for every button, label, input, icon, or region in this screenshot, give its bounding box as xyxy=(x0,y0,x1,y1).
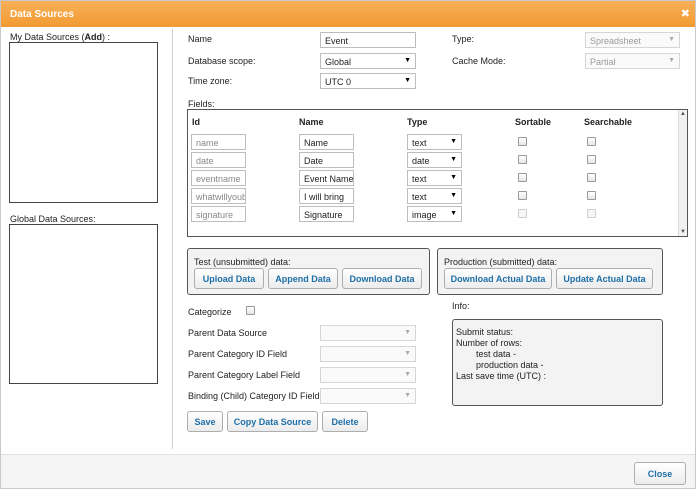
field-name-input[interactable]: I will bring xyxy=(299,188,354,204)
parent-category-label-select: ▼ xyxy=(320,367,416,383)
searchable-checkbox[interactable] xyxy=(587,191,596,200)
parent-data-source-select: ▼ xyxy=(320,325,416,341)
dropdown-arrow-icon: ▼ xyxy=(404,350,411,357)
dropdown-arrow-icon: ▼ xyxy=(404,371,411,378)
type-select: Spreadsheet ▼ xyxy=(585,32,680,48)
header-searchable: Searchable xyxy=(584,117,633,127)
info-label: Info: xyxy=(452,301,470,311)
close-button[interactable]: Close xyxy=(634,462,686,485)
field-type-select[interactable]: date ▼ xyxy=(407,152,462,168)
searchable-checkbox xyxy=(587,209,596,218)
scroll-down-icon[interactable]: ▼ xyxy=(680,229,686,235)
dropdown-arrow-icon: ▼ xyxy=(404,392,411,399)
sortable-checkbox[interactable] xyxy=(518,173,527,182)
update-actual-data-button[interactable]: Update Actual Data xyxy=(556,268,653,289)
field-name-input[interactable]: Name xyxy=(299,134,354,150)
field-name-input[interactable]: Signature xyxy=(299,206,354,222)
categorize-label: Categorize xyxy=(188,307,232,317)
field-name-input[interactable]: Event Name xyxy=(299,170,354,186)
cache-mode-label: Cache Mode: xyxy=(452,56,506,66)
download-actual-data-button[interactable]: Download Actual Data xyxy=(444,268,552,289)
parent-category-label-label: Parent Category Label Field xyxy=(188,370,301,380)
add-data-source-link[interactable]: Add xyxy=(85,32,103,42)
my-data-sources-list[interactable] xyxy=(9,42,158,203)
field-id-input[interactable]: whatwillyoubr xyxy=(191,188,246,204)
parent-data-source-label: Parent Data Source xyxy=(188,328,268,338)
production-data-group: Production (submitted) data: Download Ac… xyxy=(437,248,663,295)
field-id-input[interactable]: signature xyxy=(191,206,246,222)
delete-button[interactable]: Delete xyxy=(322,411,368,432)
categorize-checkbox[interactable] xyxy=(246,306,255,315)
fields-grid: Id Name Type Sortable Searchable name Na… xyxy=(187,109,688,237)
dialog-footer: Close xyxy=(1,454,695,488)
name-label: Name xyxy=(188,34,213,44)
dropdown-arrow-icon: ▼ xyxy=(450,210,457,217)
my-data-sources-label: My Data Sources (Add) : xyxy=(10,32,111,42)
dialog-titlebar: Data Sources ✖ xyxy=(1,1,695,27)
name-input[interactable]: Event xyxy=(320,32,416,48)
test-data-rows-text: test data - xyxy=(476,349,517,359)
database-scope-select[interactable]: Global ▼ xyxy=(320,53,416,69)
sortable-checkbox[interactable] xyxy=(518,155,527,164)
dropdown-arrow-icon: ▼ xyxy=(404,329,411,336)
test-data-group: Test (unsubmitted) data: Upload Data App… xyxy=(187,248,430,295)
time-zone-select[interactable]: UTC 0 ▼ xyxy=(320,73,416,89)
last-save-time-text: Last save time (UTC) : xyxy=(456,371,547,381)
append-data-button[interactable]: Append Data xyxy=(268,268,338,289)
sortable-checkbox[interactable] xyxy=(518,137,527,146)
scroll-up-icon[interactable]: ▲ xyxy=(680,111,686,117)
field-id-input[interactable]: date xyxy=(191,152,246,168)
searchable-checkbox[interactable] xyxy=(587,173,596,182)
dropdown-arrow-icon: ▼ xyxy=(668,36,675,43)
field-type-select[interactable]: text ▼ xyxy=(407,134,462,150)
sortable-checkbox[interactable] xyxy=(518,191,527,200)
dropdown-arrow-icon: ▼ xyxy=(450,192,457,199)
info-box: Submit status: Number of rows: test data… xyxy=(452,319,663,406)
field-id-input[interactable]: eventname xyxy=(191,170,246,186)
dropdown-arrow-icon: ▼ xyxy=(404,57,411,64)
close-icon[interactable]: ✖ xyxy=(681,7,690,20)
copy-data-source-button[interactable]: Copy Data Source xyxy=(227,411,318,432)
dropdown-arrow-icon: ▼ xyxy=(450,138,457,145)
fields-scrollbar[interactable]: ▲ ▼ xyxy=(678,110,687,236)
number-of-rows-text: Number of rows: xyxy=(456,338,523,348)
submit-status-text: Submit status: xyxy=(456,327,514,337)
dropdown-arrow-icon: ▼ xyxy=(450,174,457,181)
download-data-button[interactable]: Download Data xyxy=(342,268,422,289)
dialog-title: Data Sources xyxy=(10,9,74,20)
fields-label: Fields: xyxy=(188,99,215,109)
dropdown-arrow-icon: ▼ xyxy=(404,77,411,84)
field-type-select[interactable]: text ▼ xyxy=(407,170,462,186)
parent-category-id-select: ▼ xyxy=(320,346,416,362)
dropdown-arrow-icon: ▼ xyxy=(668,57,675,64)
sortable-checkbox xyxy=(518,209,527,218)
database-scope-label: Database scope: xyxy=(188,56,256,66)
searchable-checkbox[interactable] xyxy=(587,137,596,146)
cache-mode-select: Partial ▼ xyxy=(585,53,680,69)
header-type: Type xyxy=(407,117,428,127)
field-type-select[interactable]: text ▼ xyxy=(407,188,462,204)
production-data-rows-text: production data - xyxy=(476,360,544,370)
test-data-title: Test (unsubmitted) data: xyxy=(194,257,291,267)
upload-data-button[interactable]: Upload Data xyxy=(194,268,264,289)
binding-category-id-label: Binding (Child) Category ID Field xyxy=(188,391,320,401)
time-zone-label: Time zone: xyxy=(188,76,233,86)
panel-divider xyxy=(172,29,173,449)
dropdown-arrow-icon: ▼ xyxy=(450,156,457,163)
header-id: Id xyxy=(192,117,200,127)
field-id-input[interactable]: name xyxy=(191,134,246,150)
field-type-select[interactable]: image ▼ xyxy=(407,206,462,222)
binding-category-id-select: ▼ xyxy=(320,388,416,404)
global-data-sources-list[interactable] xyxy=(9,224,158,384)
header-sortable: Sortable xyxy=(515,117,552,127)
data-sources-dialog: Data Sources ✖ My Data Sources (Add) : G… xyxy=(0,0,696,489)
field-name-input[interactable]: Date xyxy=(299,152,354,168)
global-data-sources-label: Global Data Sources: xyxy=(10,214,96,224)
production-data-title: Production (submitted) data: xyxy=(444,257,558,267)
header-name: Name xyxy=(299,117,324,127)
searchable-checkbox[interactable] xyxy=(587,155,596,164)
type-label: Type: xyxy=(452,34,475,44)
save-button[interactable]: Save xyxy=(187,411,223,432)
parent-category-id-label: Parent Category ID Field xyxy=(188,349,288,359)
